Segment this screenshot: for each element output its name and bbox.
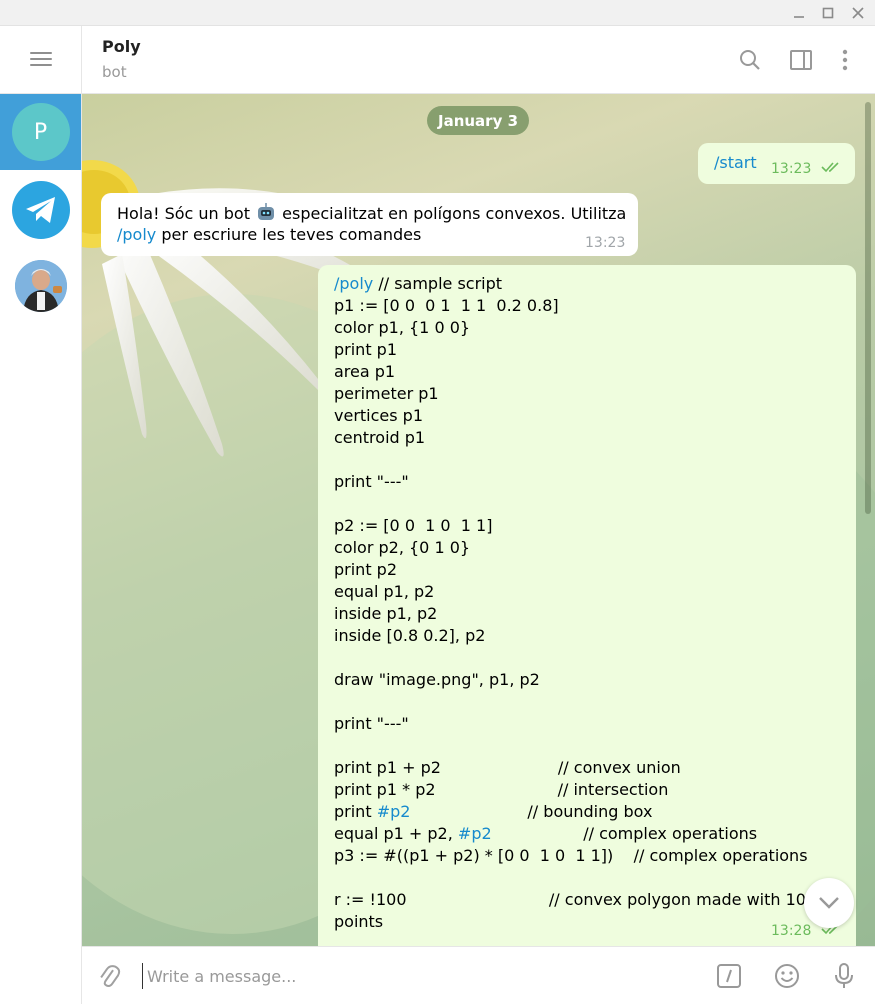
script-line: inside p1, p2 bbox=[334, 604, 438, 623]
script-line: color p1, {1 0 0} bbox=[334, 318, 471, 337]
maximize-icon[interactable] bbox=[815, 0, 841, 26]
scroll-to-bottom-button[interactable] bbox=[804, 878, 854, 928]
microphone-icon[interactable] bbox=[829, 961, 859, 991]
robot-emoji-icon bbox=[255, 202, 277, 222]
person-avatar bbox=[14, 260, 67, 312]
script-line: inside [0.8 0.2], p2 bbox=[334, 626, 486, 645]
script-line: points bbox=[334, 912, 384, 931]
script-line: color p2, {0 1 0} bbox=[334, 538, 471, 557]
message-time: 13:23 bbox=[771, 161, 812, 177]
script-line: p2 := [0 0 1 0 1 1] bbox=[334, 516, 493, 535]
message-time: 13:28 bbox=[771, 923, 812, 939]
window-titlebar bbox=[0, 0, 875, 26]
scrollbar[interactable] bbox=[865, 102, 871, 514]
script-line: centroid p1 bbox=[334, 428, 426, 447]
emoji-icon[interactable] bbox=[772, 961, 802, 991]
greeting-line-2: /poly per escriure les teves comandes bbox=[117, 225, 422, 244]
avatar: P bbox=[11, 103, 70, 161]
message-time: 13:23 bbox=[585, 235, 626, 251]
script-line: print #p2 // bounding box bbox=[334, 802, 653, 821]
chat-title[interactable]: Poly bbox=[102, 37, 141, 56]
telegram-icon bbox=[11, 181, 70, 239]
script-line: print p1 bbox=[334, 340, 398, 359]
script-line: p3 := #((p1 + p2) * [0 0 1 0 1 1]) // co… bbox=[334, 846, 808, 865]
script-line: equal p1, p2 bbox=[334, 582, 435, 601]
script-line bbox=[334, 647, 844, 669]
close-icon[interactable] bbox=[845, 0, 871, 26]
hamburger-icon bbox=[29, 52, 52, 67]
message-composer: Write a message... bbox=[82, 946, 875, 1004]
start-command-link[interactable]: /start bbox=[714, 152, 757, 174]
bot-commands-icon[interactable] bbox=[714, 961, 744, 991]
script-line: p1 := [0 0 0 1 1 1 0.2 0.8] bbox=[334, 296, 559, 315]
chat-header: Poly bot bbox=[82, 26, 875, 94]
script-line: print "---" bbox=[334, 472, 409, 491]
script-line bbox=[334, 691, 844, 713]
script-line: vertices p1 bbox=[334, 406, 424, 425]
incoming-message-greeting[interactable]: Hola! Sóc un bot especialitzat en polígo… bbox=[101, 193, 638, 256]
script-line: print p2 bbox=[334, 560, 398, 579]
chat-item-poly[interactable]: P bbox=[0, 94, 81, 170]
minimize-icon[interactable] bbox=[786, 0, 812, 26]
more-options-icon[interactable] bbox=[831, 46, 859, 74]
greeting-line-1: Hola! Sóc un bot especialitzat en polígo… bbox=[117, 202, 627, 223]
chevron-down-icon bbox=[819, 897, 839, 909]
script-line: area p1 bbox=[334, 362, 396, 381]
hashtag-link[interactable]: #p2 bbox=[458, 824, 492, 843]
chat-item-telegram[interactable] bbox=[0, 172, 81, 248]
poly-command-link[interactable]: /poly bbox=[117, 225, 156, 244]
hashtag-link[interactable]: #p2 bbox=[377, 802, 411, 821]
script-line bbox=[334, 735, 844, 757]
command-link[interactable]: /poly bbox=[334, 274, 373, 293]
message-area[interactable]: January 3 /start 13:23 Hola! Sóc un bot … bbox=[82, 94, 875, 946]
script-line: /poly // sample script bbox=[334, 274, 503, 293]
outgoing-message-start[interactable]: /start 13:23 bbox=[698, 143, 855, 184]
script-text: /poly // sample script p1 := [0 0 0 1 1 1… bbox=[334, 273, 844, 933]
script-line: print p1 + p2 // convex union bbox=[334, 758, 681, 777]
script-line: perimeter p1 bbox=[334, 384, 439, 403]
main-menu-button[interactable] bbox=[0, 26, 81, 94]
sidebar-toggle-icon[interactable] bbox=[787, 46, 815, 74]
script-line: draw "image.png", p1, p2 bbox=[334, 670, 540, 689]
chat-item-contact[interactable] bbox=[0, 248, 81, 324]
attach-icon[interactable] bbox=[94, 961, 124, 991]
search-icon[interactable] bbox=[736, 46, 764, 74]
double-check-icon bbox=[821, 162, 839, 173]
script-line: equal p1 + p2, #p2 // complex operations bbox=[334, 824, 758, 843]
message-input[interactable]: Write a message... bbox=[142, 963, 702, 989]
script-line bbox=[334, 493, 844, 515]
chat-subtitle: bot bbox=[102, 63, 127, 81]
script-line: print p1 * p2 // intersection bbox=[334, 780, 669, 799]
script-line bbox=[334, 449, 844, 471]
script-line: print "---" bbox=[334, 714, 409, 733]
outgoing-message-script[interactable]: /poly // sample script p1 := [0 0 0 1 1 1… bbox=[318, 265, 856, 946]
date-separator: January 3 bbox=[427, 106, 529, 135]
script-line: r := !100 // convex polygon made with 10… bbox=[334, 890, 844, 909]
chat-list-sidebar: P bbox=[0, 26, 82, 1004]
script-line bbox=[334, 867, 844, 889]
